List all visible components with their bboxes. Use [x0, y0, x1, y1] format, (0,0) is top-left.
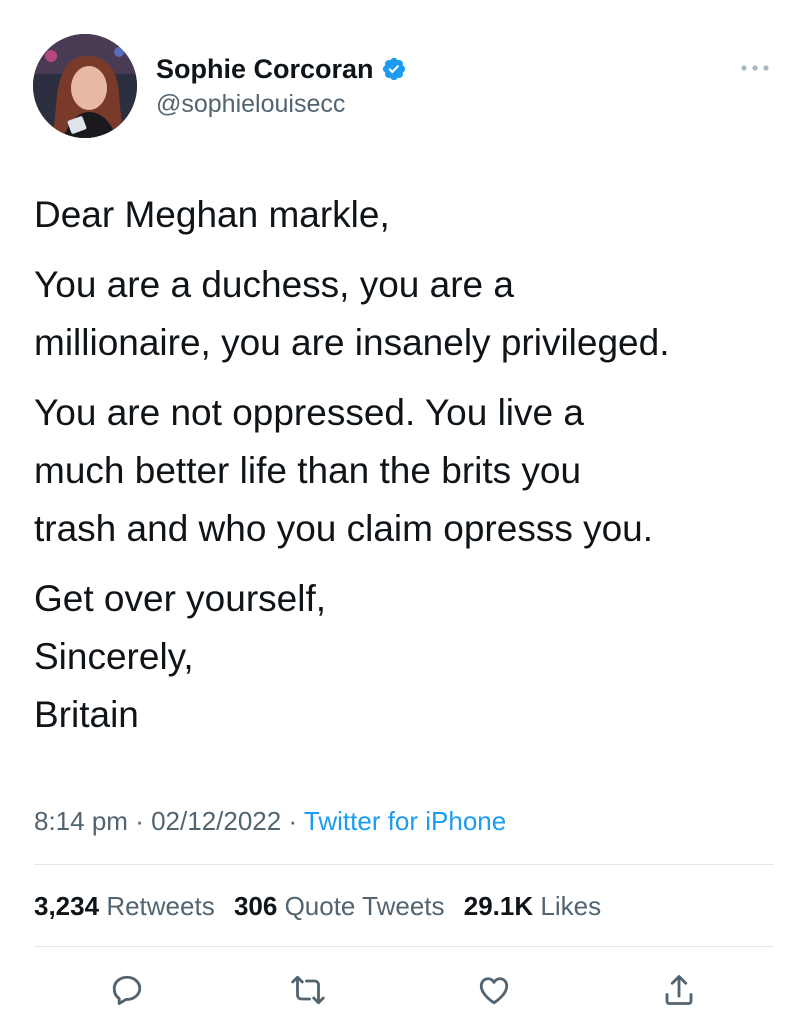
- tweet-line: much better life than the brits you: [34, 450, 582, 491]
- like-button[interactable]: [474, 970, 514, 1010]
- tweet-paragraph: Get over yourself, Sincerely, Britain: [34, 570, 779, 744]
- profile-photo: [33, 34, 137, 138]
- tweet-stats: 3,234 Retweets 306 Quote Tweets 29.1K Li…: [34, 888, 613, 924]
- reply-button[interactable]: [107, 970, 147, 1010]
- tweet-line: trash and who you claim opresss you.: [34, 508, 654, 549]
- tweet-line: Get over yourself,: [34, 578, 327, 619]
- tweet-paragraph: You are not oppressed. You live a much b…: [34, 384, 779, 558]
- tweet-line: Sincerely,: [34, 636, 194, 677]
- tweet-paragraph: You are a duchess, you are a millionaire…: [34, 256, 779, 372]
- author-name-row[interactable]: Sophie Corcoran: [156, 52, 407, 86]
- tweet-paragraph: Dear Meghan markle,: [34, 186, 779, 244]
- more-options-icon[interactable]: [738, 58, 772, 78]
- share-button[interactable]: [659, 970, 699, 1010]
- quote-tweets-stat[interactable]: 306 Quote Tweets: [234, 891, 445, 921]
- likes-label: Likes: [540, 891, 602, 921]
- tweet-source-link[interactable]: Twitter for iPhone: [304, 806, 506, 836]
- tweet-time[interactable]: 8:14 pm: [34, 806, 128, 836]
- tweet-line: You are a duchess, you are a: [34, 264, 514, 305]
- tweet-line: Dear Meghan markle,: [34, 194, 390, 235]
- retweets-stat[interactable]: 3,234 Retweets: [34, 891, 215, 921]
- tweet-line: millionaire, you are insanely privileged…: [34, 322, 670, 363]
- share-icon: [665, 975, 693, 1005]
- verified-badge-icon: [381, 56, 407, 82]
- meta-separator: ·: [288, 806, 298, 836]
- tweet-line: You are not oppressed. You live a: [34, 392, 584, 433]
- tweet-text: Dear Meghan markle, You are a duchess, y…: [34, 186, 779, 756]
- avatar[interactable]: [33, 34, 137, 138]
- retweets-count: 3,234: [34, 891, 100, 921]
- divider: [34, 946, 774, 947]
- author-display-name[interactable]: Sophie Corcoran: [156, 52, 374, 86]
- tweet-date[interactable]: 02/12/2022: [151, 806, 281, 836]
- like-icon: [479, 977, 509, 1005]
- retweet-icon: [291, 975, 325, 1005]
- author-handle[interactable]: @sophielouisecc: [156, 88, 345, 120]
- tweet-line: Britain: [34, 694, 139, 735]
- likes-stat[interactable]: 29.1K Likes: [464, 891, 601, 921]
- meta-separator: ·: [135, 806, 144, 836]
- quote-tweets-count: 306: [233, 891, 278, 921]
- retweets-label: Retweets: [106, 891, 215, 921]
- retweet-button[interactable]: [288, 970, 328, 1010]
- reply-icon: [112, 975, 142, 1005]
- quote-tweets-label: Quote Tweets: [284, 891, 445, 921]
- divider: [34, 864, 774, 865]
- likes-count: 29.1K: [463, 891, 534, 921]
- tweet-meta: 8:14 pm · 02/12/2022 · Twitter for iPhon…: [34, 803, 506, 839]
